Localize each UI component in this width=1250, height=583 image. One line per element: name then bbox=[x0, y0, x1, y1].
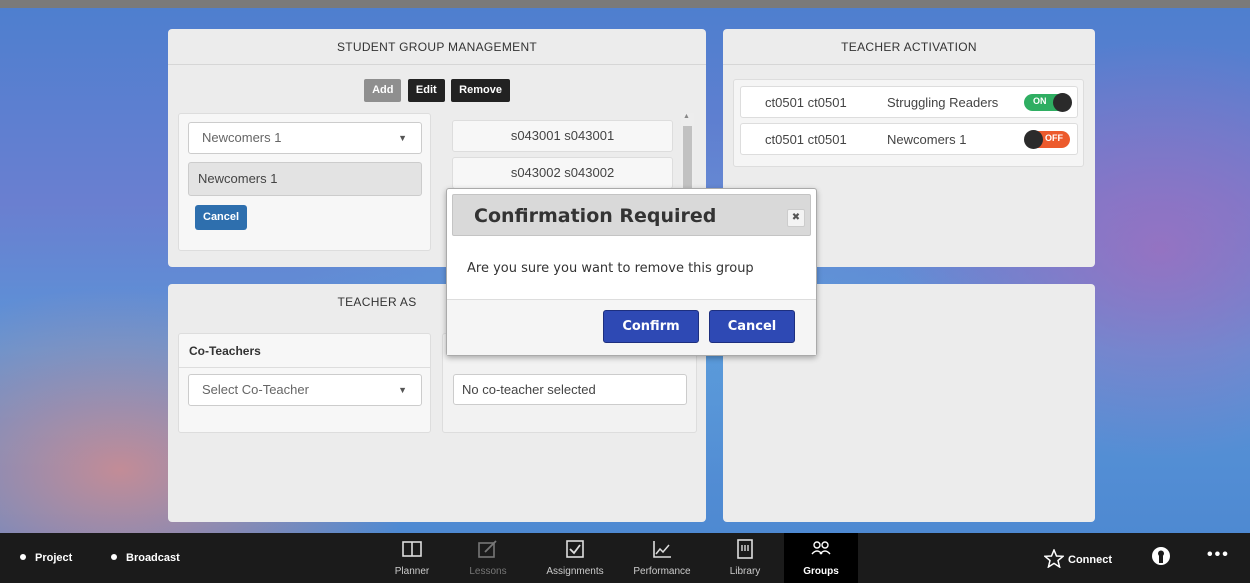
remove-button[interactable]: Remove bbox=[451, 79, 510, 102]
nav-planner[interactable]: Planner bbox=[382, 533, 442, 583]
broadcast-link[interactable]: Broadcast bbox=[111, 552, 180, 564]
group-action-toolbar: Add Edit Remove bbox=[168, 79, 706, 102]
nav-lessons[interactable]: Lessons bbox=[458, 533, 518, 583]
toggle-knob bbox=[1053, 93, 1072, 112]
confirm-button[interactable]: Confirm bbox=[603, 310, 699, 343]
project-label: Project bbox=[35, 552, 73, 564]
broadcast-label: Broadcast bbox=[126, 552, 180, 564]
nav-label: Groups bbox=[803, 566, 839, 577]
library-icon bbox=[737, 539, 753, 559]
panel-title: TEACHER ACTIVATION bbox=[723, 29, 1095, 65]
activation-toggle[interactable]: ON bbox=[1024, 93, 1072, 112]
table-row: ct0501 ct0501 Newcomers 1 OFF bbox=[740, 123, 1078, 155]
toggle-knob bbox=[1024, 130, 1043, 149]
nav-label: Assignments bbox=[546, 566, 604, 577]
nav-label: Lessons bbox=[469, 566, 507, 577]
chart-icon bbox=[653, 541, 671, 558]
dot-icon bbox=[111, 554, 117, 560]
co-teacher-select[interactable]: Select Co-Teacher ▼ bbox=[188, 374, 422, 406]
edit-icon bbox=[478, 540, 497, 558]
nav-groups[interactable]: Groups bbox=[784, 533, 858, 583]
chevron-down-icon: ▼ bbox=[398, 133, 407, 143]
top-strip bbox=[0, 0, 1250, 8]
toggle-state: OFF bbox=[1045, 133, 1063, 143]
dialog-title: Confirmation Required bbox=[474, 205, 717, 227]
add-button[interactable]: Add bbox=[364, 79, 402, 102]
panel-title: STUDENT GROUP MANAGEMENT bbox=[168, 29, 706, 65]
book-icon bbox=[402, 541, 422, 557]
nav-library[interactable]: Library bbox=[720, 533, 770, 583]
toggle-state: ON bbox=[1033, 96, 1047, 106]
list-item[interactable]: s043002 s043002 bbox=[452, 157, 673, 189]
star-icon bbox=[1043, 548, 1065, 569]
scroll-thumb[interactable] bbox=[683, 126, 692, 190]
connect-button[interactable]: Connect bbox=[1043, 548, 1112, 569]
teacher-name: ct0501 ct0501 bbox=[765, 95, 847, 110]
group-name: Struggling Readers bbox=[887, 95, 999, 110]
nav-label: Planner bbox=[394, 566, 430, 577]
dialog-footer: Confirm Cancel bbox=[447, 299, 816, 355]
co-teacher-select-placeholder: Select Co-Teacher bbox=[202, 382, 309, 397]
group-name-input[interactable]: Newcomers 1 bbox=[188, 162, 422, 196]
scroll-up-icon[interactable]: ▲ bbox=[683, 113, 690, 120]
cancel-button[interactable]: Cancel bbox=[709, 310, 795, 343]
table-row: ct0501 ct0501 Struggling Readers ON bbox=[740, 86, 1078, 118]
nav-label: Library bbox=[729, 566, 761, 577]
co-teachers-heading: Co-Teachers bbox=[179, 334, 430, 368]
no-co-teacher-text: No co-teacher selected bbox=[453, 374, 687, 405]
dot-icon bbox=[20, 554, 26, 560]
nav-label: Performance bbox=[633, 566, 691, 577]
edit-button[interactable]: Edit bbox=[407, 79, 445, 102]
connect-label: Connect bbox=[1068, 554, 1112, 566]
checkbox-icon bbox=[566, 540, 584, 558]
bottom-nav-bar: Project Broadcast Planner Lessons Assign… bbox=[0, 533, 1250, 583]
list-item[interactable]: s043001 s043001 bbox=[452, 120, 673, 152]
nav-assignments[interactable]: Assignments bbox=[535, 533, 615, 583]
dialog-header: Confirmation Required ✖ bbox=[452, 194, 811, 236]
group-name: Newcomers 1 bbox=[887, 132, 967, 147]
nav-performance[interactable]: Performance bbox=[622, 533, 702, 583]
dialog-message: Are you sure you want to remove this gro… bbox=[467, 261, 754, 276]
group-select[interactable]: Newcomers 1 ▼ bbox=[188, 122, 422, 154]
cancel-edit-button[interactable]: Cancel bbox=[195, 205, 248, 230]
groups-icon bbox=[811, 541, 831, 555]
confirmation-dialog: Confirmation Required ✖ Are you sure you… bbox=[446, 188, 817, 356]
more-menu-button[interactable]: ••• bbox=[1207, 546, 1230, 564]
user-icon[interactable] bbox=[1151, 545, 1171, 572]
group-select-value: Newcomers 1 bbox=[202, 130, 282, 145]
teacher-name: ct0501 ct0501 bbox=[765, 132, 847, 147]
chevron-down-icon: ▼ bbox=[398, 385, 407, 395]
activation-toggle[interactable]: OFF bbox=[1024, 130, 1071, 149]
close-icon[interactable]: ✖ bbox=[787, 209, 805, 227]
project-link[interactable]: Project bbox=[20, 552, 72, 564]
